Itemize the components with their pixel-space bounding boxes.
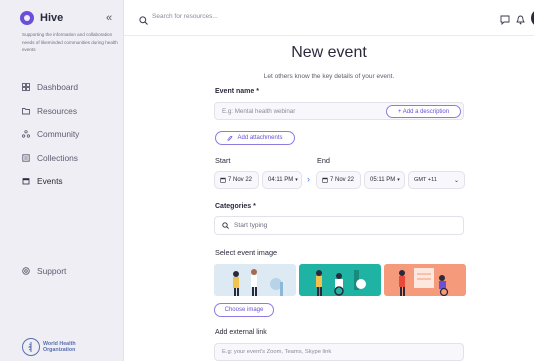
hive-logo-icon (20, 11, 34, 25)
sidebar-item-label: Dashboard (37, 82, 78, 92)
chat-icon[interactable] (500, 12, 510, 30)
sidebar-item-label: Resources (37, 105, 78, 116)
add-attachments-label: Add attachments (237, 135, 283, 141)
choose-image-button[interactable]: Choose image (214, 303, 274, 317)
categories-label: Categories * (215, 203, 256, 210)
timezone-select[interactable]: GMT +11 ⌄ (408, 171, 465, 189)
search-icon (222, 222, 229, 229)
sidebar-item-label: Collections (37, 152, 78, 163)
sidebar-item-label: Community (37, 129, 80, 139)
sidebar-item-label: Support (37, 266, 67, 276)
end-date-value: 7 Nov 22 (330, 177, 355, 183)
timezone-value: GMT +11 (414, 177, 437, 183)
new-event-form: New event Let others know the key detail… (124, 36, 534, 361)
calendar-icon (322, 177, 328, 183)
sidebar-item-support[interactable]: Support (22, 266, 66, 276)
add-description-button[interactable]: + Add a description (386, 105, 461, 118)
calendar-icon (22, 177, 30, 185)
chevron-down-icon: ▾ (295, 177, 298, 183)
external-link-placeholder: E.g: your event's Zoom, Teams, Skype lin… (222, 349, 332, 355)
event-name-label: Event name * (215, 88, 259, 95)
end-date-picker[interactable]: 7 Nov 22 (316, 171, 361, 189)
start-time-select[interactable]: 04:11 PM ▾ (262, 171, 302, 189)
categories-input[interactable]: Start typing (214, 216, 464, 235)
start-time-value: 04:11 PM (268, 177, 294, 183)
page-subtitle: Let others know the key details of your … (263, 73, 395, 80)
brand-name: Hive (40, 12, 64, 24)
support-icon (22, 267, 30, 275)
page-title: New event (291, 44, 367, 61)
chevron-down-icon: ▾ (397, 177, 400, 183)
start-label: Start (215, 156, 231, 165)
sidebar-item-dashboard[interactable]: Dashboard (22, 80, 79, 94)
org-name-line2: Organization (43, 347, 76, 353)
search-input[interactable]: Search for resources... (152, 13, 218, 20)
sidebar-item-collections[interactable]: Collections (22, 151, 79, 165)
categories-placeholder: Start typing (234, 222, 268, 229)
chevron-right-icon: › (307, 174, 310, 184)
event-name-placeholder: E.g: Mental health webinar (222, 107, 296, 115)
illustration-people-board-icon (399, 268, 449, 296)
illustration-people-walking-icon (233, 269, 283, 296)
end-time-value: 05:11 PM (370, 177, 396, 183)
sidebar-nav: Dashboard Resources Community Collection… (22, 80, 79, 198)
illustration-people-wheelchair-icon (316, 270, 366, 296)
end-time-select[interactable]: 05:11 PM ▾ (364, 171, 405, 189)
chevron-down-icon: ⌄ (453, 177, 459, 184)
collapse-sidebar-icon[interactable]: « (106, 12, 112, 24)
paperclip-icon (227, 135, 233, 142)
who-logo: World Health Organization (22, 338, 76, 356)
start-date-picker[interactable]: 7 Nov 22 (214, 171, 259, 189)
external-link-field[interactable]: E.g: your event's Zoom, Teams, Skype lin… (214, 343, 464, 361)
start-date-value: 7 Nov 22 (228, 177, 253, 183)
tagline: Supporting the information and collabora… (22, 32, 118, 53)
bell-icon[interactable] (516, 12, 525, 30)
folder-icon (22, 107, 30, 115)
who-text: World Health Organization (43, 341, 76, 353)
sidebar: Hive « Supporting the information and co… (0, 0, 124, 361)
search-icon (139, 12, 148, 30)
end-label: End (317, 156, 330, 165)
community-icon (22, 130, 30, 138)
sidebar-item-resources[interactable]: Resources (22, 104, 79, 118)
sidebar-item-events[interactable]: Events (22, 174, 79, 188)
add-attachments-button[interactable]: Add attachments (215, 131, 295, 145)
brand[interactable]: Hive (20, 11, 63, 25)
topbar: Search for resources... (124, 0, 534, 36)
who-emblem-icon (22, 338, 40, 356)
calendar-icon (220, 177, 226, 183)
sidebar-item-label: Events (37, 176, 63, 186)
dashboard-icon (22, 83, 30, 91)
event-image-option-2[interactable] (299, 264, 381, 296)
sidebar-item-community[interactable]: Community (22, 127, 79, 141)
event-image-option-3[interactable] (384, 264, 466, 296)
collections-icon (22, 153, 30, 162)
external-link-label: Add external link (215, 329, 267, 336)
select-image-label: Select event image (215, 248, 278, 257)
event-image-option-1[interactable] (214, 264, 296, 296)
